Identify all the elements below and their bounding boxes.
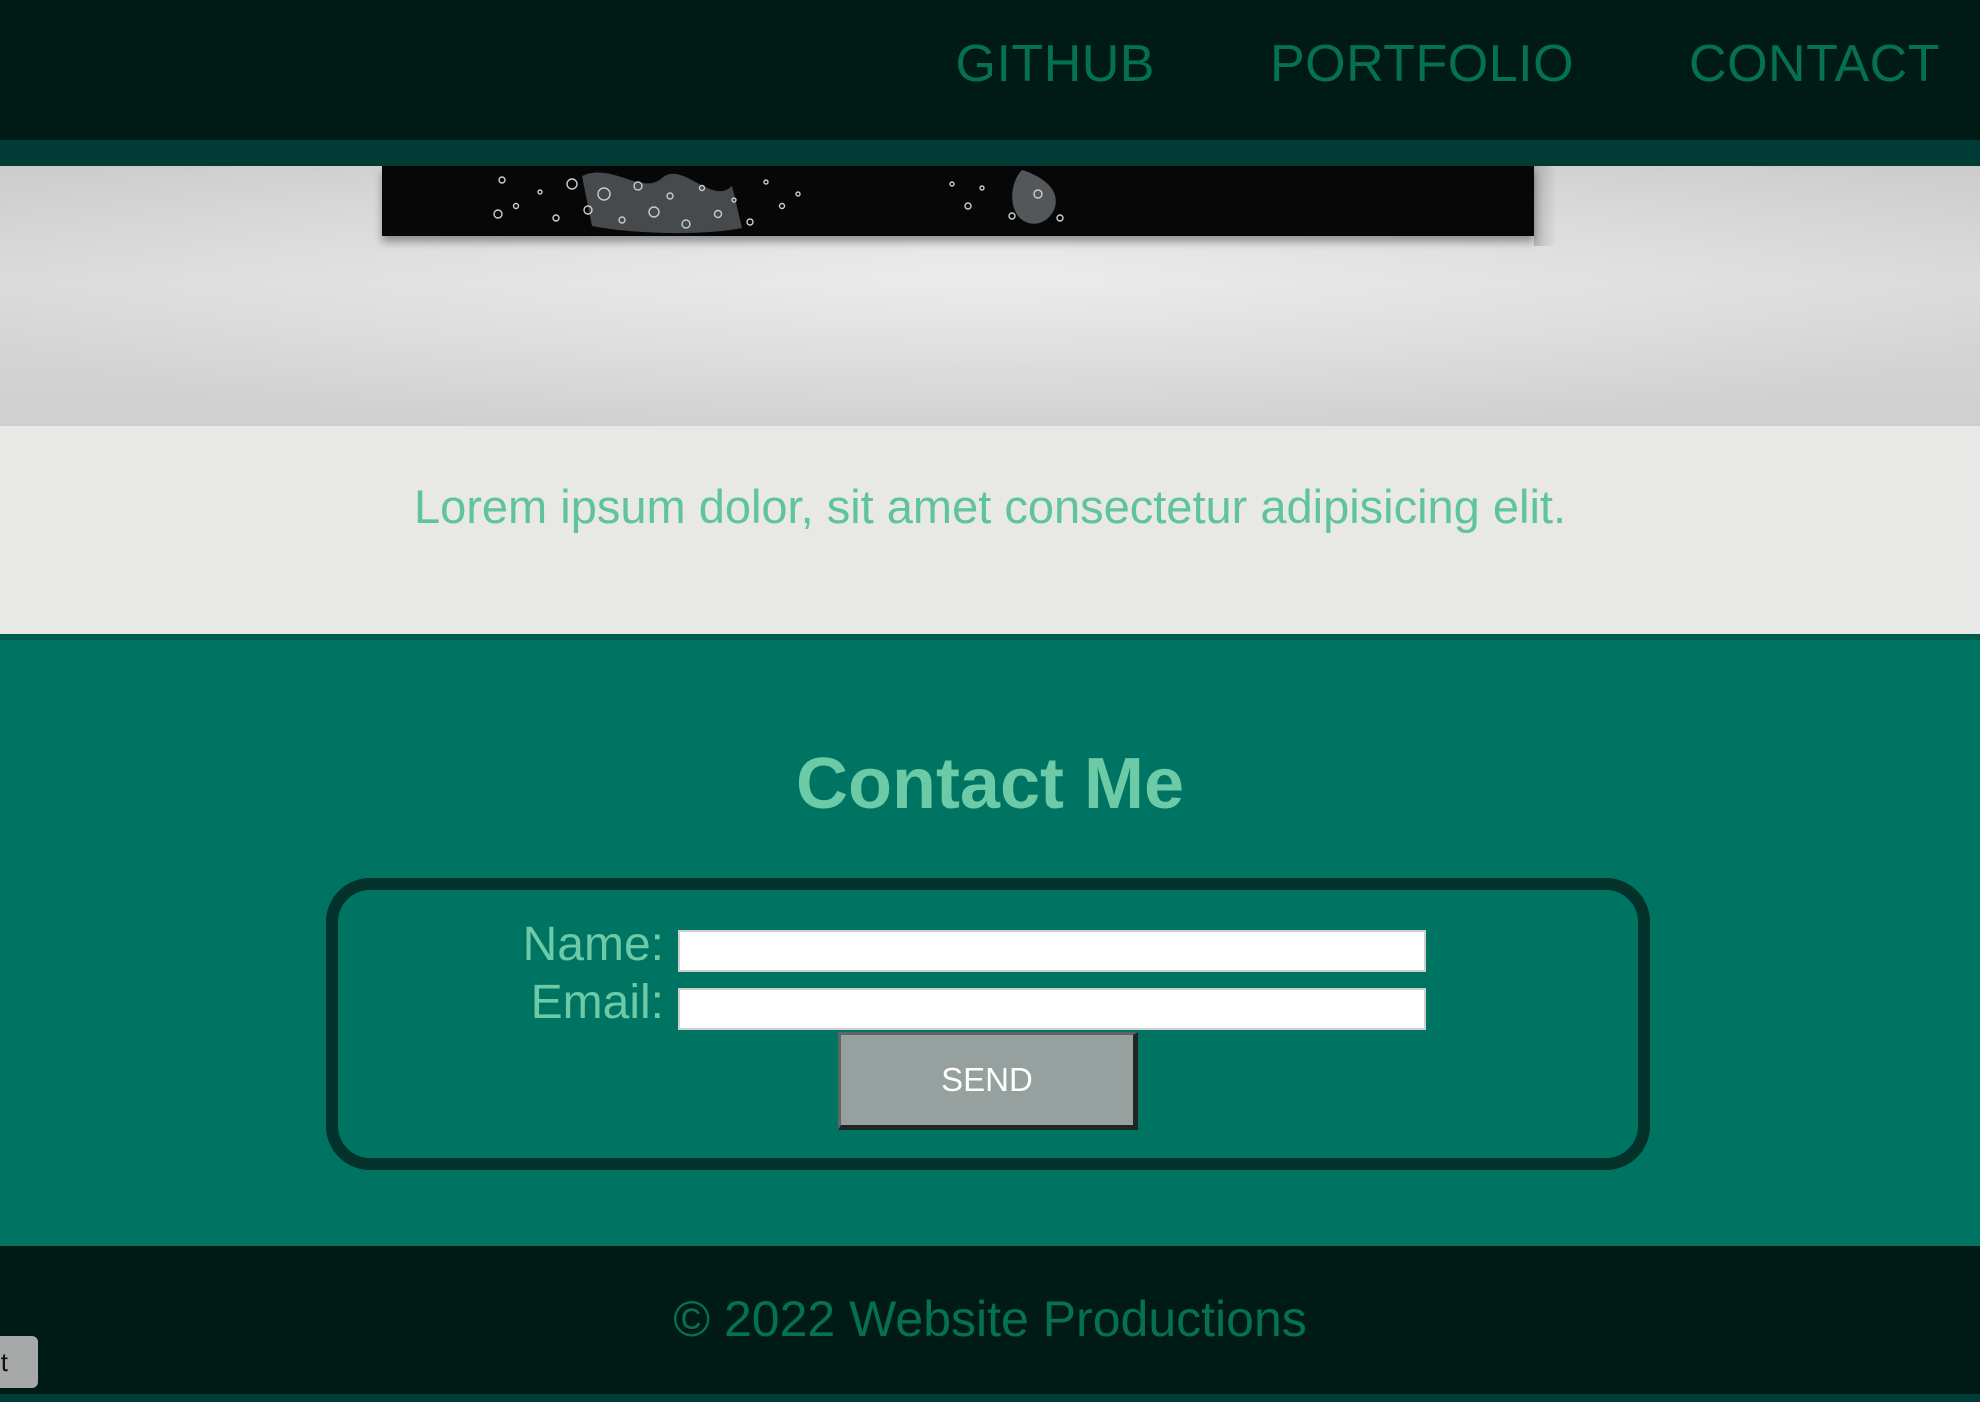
name-label: Name: — [522, 918, 664, 971]
email-field[interactable] — [678, 988, 1426, 1030]
header-divider — [0, 140, 1980, 166]
splash-graphic-left — [493, 172, 801, 234]
contact-heading: Contact Me — [795, 744, 1185, 824]
email-label: Email: — [530, 976, 664, 1029]
send-button[interactable]: SEND — [838, 1032, 1138, 1130]
name-field[interactable] — [678, 930, 1426, 972]
corner-tab[interactable]: t — [0, 1336, 38, 1388]
nav-link-portfolio[interactable]: PORTFOLIO — [1270, 34, 1574, 94]
nav-link-contact[interactable]: CONTACT — [1689, 34, 1940, 94]
footer-bottom-line — [0, 1394, 1980, 1402]
footer-copyright: © 2022 Website Productions — [673, 1291, 1307, 1347]
water-splash-photo — [382, 166, 1534, 236]
nav-link-github[interactable]: GITHUB — [956, 34, 1155, 94]
site-header: GITHUB PORTFOLIO CONTACT — [0, 0, 1980, 140]
hero-image — [0, 166, 1980, 426]
tagline-text: Lorem ipsum dolor, sit amet consectetur … — [413, 480, 1567, 533]
main-nav: GITHUB PORTFOLIO CONTACT — [956, 34, 1940, 94]
hero-panel-shadow — [1534, 166, 1556, 246]
splash-graphic-right — [949, 170, 1064, 224]
